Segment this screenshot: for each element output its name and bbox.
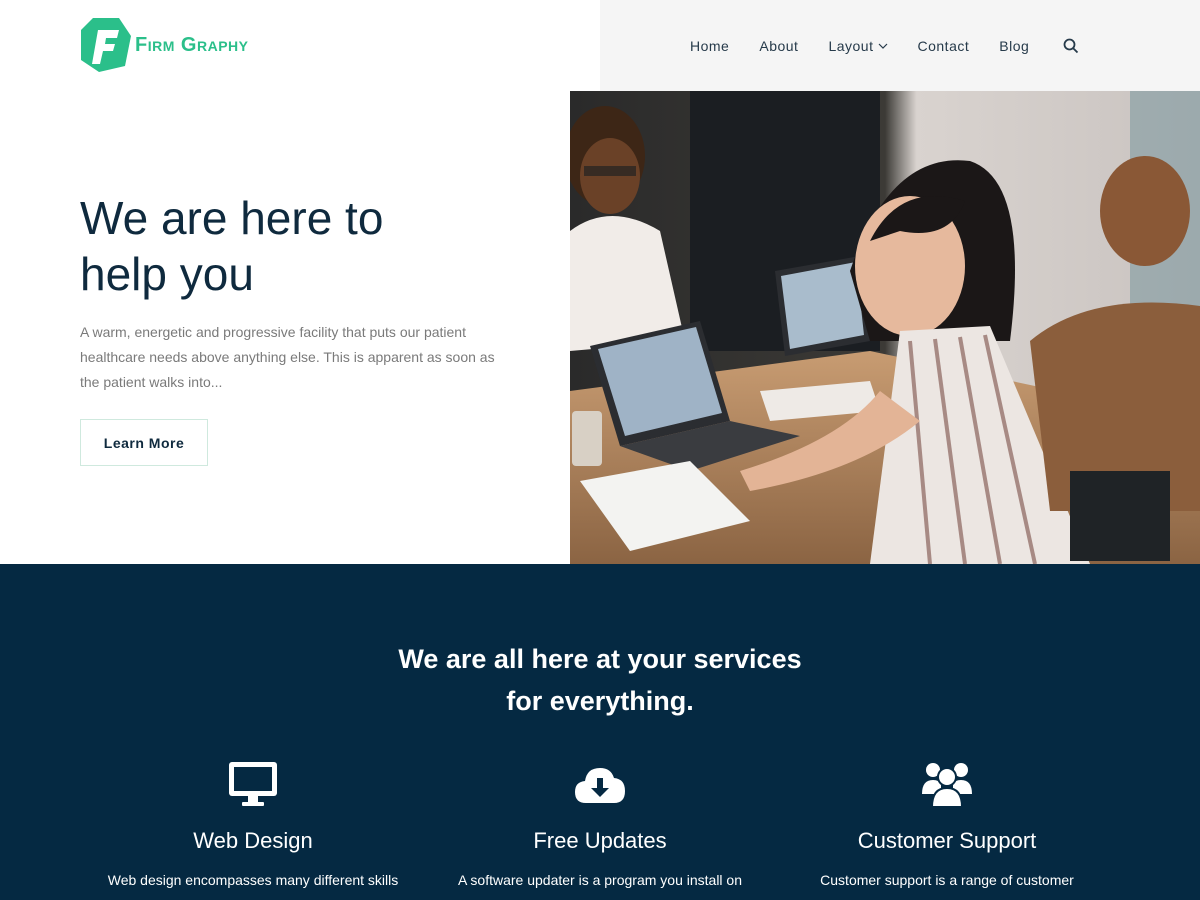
brand-logo[interactable]: Firm Graphy <box>79 16 249 74</box>
main-nav: Home About Layout Contact Blog <box>690 0 1079 91</box>
brand-name: Firm Graphy <box>135 33 249 56</box>
users-icon <box>922 763 972 808</box>
cloud-download-icon <box>575 768 625 803</box>
nav-home[interactable]: Home <box>690 38 729 54</box>
hero-photo <box>570 91 1200 564</box>
nav-about[interactable]: About <box>759 38 798 54</box>
service-web-design: Web Design Web design encompasses many d… <box>73 760 433 888</box>
learn-more-button[interactable]: Learn More <box>80 419 208 466</box>
service-title: Customer Support <box>857 828 1037 853</box>
services-title: We are all here at your services for eve… <box>300 638 900 722</box>
chevron-down-icon <box>878 43 887 49</box>
logo-mark-icon <box>81 18 131 72</box>
hero-description: A warm, energetic and progressive facili… <box>80 324 495 390</box>
hero-title: We are here to help you <box>80 190 520 302</box>
service-title: Free Updates <box>533 828 667 853</box>
service-title: Web Design <box>193 828 313 853</box>
nav-blog[interactable]: Blog <box>999 38 1029 54</box>
service-text: Customer support is a range of customer <box>820 872 1074 888</box>
services-title-line2: for everything. <box>506 686 694 716</box>
office-meeting-image <box>570 91 1200 564</box>
nav-layout[interactable]: Layout <box>828 38 887 54</box>
services-section: We are all here at your services for eve… <box>0 564 1200 900</box>
nav-contact[interactable]: Contact <box>918 38 970 54</box>
monitor-icon <box>229 762 277 806</box>
nav-layout-label: Layout <box>828 37 874 54</box>
service-free-updates: Free Updates A software updater is a pro… <box>420 760 780 888</box>
search-icon[interactable] <box>1063 38 1079 54</box>
services-title-line1: We are all here at your services <box>398 644 802 674</box>
service-text: A software updater is a program you inst… <box>457 872 743 888</box>
hero-title-line2: help you <box>80 248 254 300</box>
hero-title-line1: We are here to <box>80 192 384 244</box>
service-customer-support: Customer Support Customer support is a r… <box>767 760 1127 888</box>
service-text: Web design encompasses many different sk… <box>107 872 399 888</box>
